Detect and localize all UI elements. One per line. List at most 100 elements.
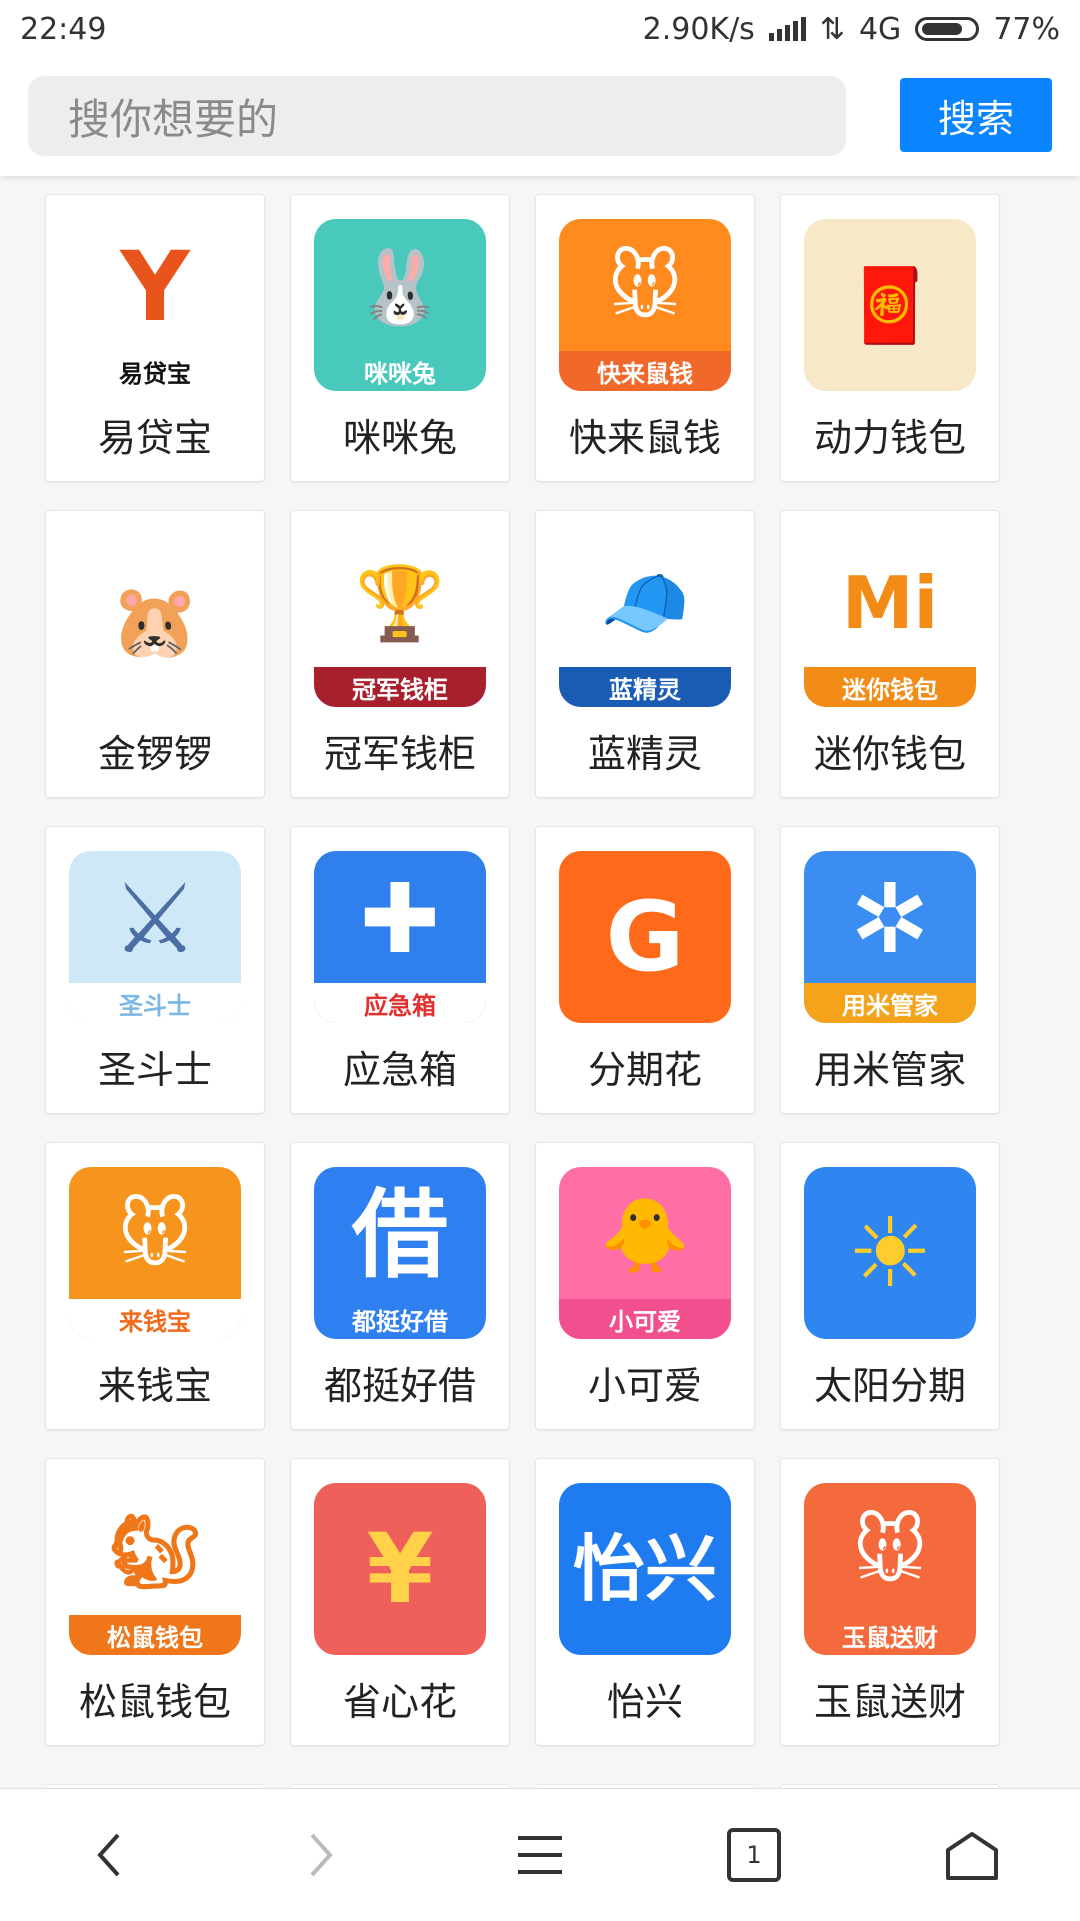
search-button[interactable]: 搜索 [900,78,1052,152]
app-label: 蓝精灵 [587,732,702,776]
app-label: 用米管家 [813,1048,966,1092]
app-icon-glyph: 🐭 [852,1509,928,1593]
search-input[interactable]: 搜你想要的 [28,76,846,156]
network-speed: 2.90K/s [642,11,755,47]
app-card[interactable]: 🐥 小可爱 小可爱 [535,1142,755,1430]
app-label: 易贷宝 [97,416,212,460]
app-label: 应急箱 [342,1048,457,1092]
app-card[interactable]: 借都挺好借 都挺好借 [290,1142,510,1430]
xiaokeai-app-icon: 🐥 小可爱 [559,1167,731,1339]
network-type: 4G [858,11,902,47]
app-icon-glyph: 🧧 [845,263,935,347]
app-icon-caption: 圣斗士 [69,983,241,1023]
app-card[interactable]: 🐭 快来鼠钱 快来鼠钱 [535,194,755,482]
app-card[interactable]: ✲ 用米管家 用米管家 [780,826,1000,1114]
app-icon-glyph: 🏆 [355,561,445,645]
app-icon-caption: 快来鼠钱 [559,351,731,391]
forward-arrow-icon[interactable] [262,1789,382,1921]
app-icon-glyph: ⚔ [111,863,199,975]
app-icon-glyph: 🐿 [109,1509,201,1593]
app-icon-caption: 应急箱 [314,983,486,1023]
app-icon-glyph: 🐹 [110,579,200,663]
app-card[interactable]: ✚ 应急箱 应急箱 [290,826,510,1114]
app-grid: Y 易贷宝 易贷宝 🐰 咪咪兔 咪咪兔 🐭 快来鼠钱 快来鼠钱 🧧 动力钱包 🐹 金锣锣 🏆 冠军钱柜 冠军钱… [45,194,1005,1746]
app-icon-caption: 蓝精灵 [559,667,731,707]
app-icon-glyph: ☀ [846,1197,934,1309]
app-card[interactable]: 🧢 蓝精灵 蓝精灵 [535,510,755,798]
jinluoluo-app-icon: 🐹 [69,535,241,707]
yixing-app-icon: 怡兴 [559,1483,731,1655]
signal-icon [768,17,806,41]
status-bar: 22:49 2.90K/s ⇅ 4G 77% [0,0,1080,58]
app-label: 玉鼠送财 [813,1680,966,1724]
lanjingling-app-icon: 🧢 蓝精灵 [559,535,731,707]
app-card[interactable]: Mi 迷你钱包 迷你钱包 [780,510,1000,798]
app-icon-glyph: ¥ [366,1513,434,1625]
tabs-button[interactable]: 1 [694,1789,814,1921]
app-icon-caption: 冠军钱柜 [314,667,486,707]
app-icon-glyph: 🐰 [355,245,445,329]
status-indicators: 2.90K/s ⇅ 4G 77% [643,12,1060,47]
app-icon-glyph: ✚ [359,863,441,975]
app-label: 松鼠钱包 [78,1680,231,1724]
menu-icon[interactable] [480,1789,600,1921]
app-card[interactable]: ⚔ 圣斗士 圣斗士 [45,826,265,1114]
app-card[interactable]: 🐰 咪咪兔 咪咪兔 [290,194,510,482]
app-icon-glyph: ✲ [849,863,931,975]
app-card[interactable]: Y 易贷宝 易贷宝 [45,194,265,482]
app-icon-caption: 迷你钱包 [804,667,976,707]
battery-percent: 77% [993,11,1060,47]
app-card[interactable]: 🐹 金锣锣 [45,510,265,798]
app-icon-glyph: G [605,881,685,993]
app-card[interactable]: 🏆 冠军钱柜 冠军钱柜 [290,510,510,798]
app-label: 怡兴 [606,1680,683,1724]
home-icon[interactable] [912,1789,1032,1921]
app-icon-caption: 都挺好借 [352,1307,448,1336]
app-label: 来钱宝 [97,1364,212,1408]
app-label: 迷你钱包 [813,732,966,776]
tab-count: 1 [727,1828,781,1882]
app-icon-caption: 易贷宝 [119,359,191,388]
app-card[interactable]: 怡兴 怡兴 [535,1458,755,1746]
app-card[interactable]: ¥ 省心花 [290,1458,510,1746]
app-icon-glyph: 🐭 [117,1193,193,1277]
taiyangfenqi-app-icon: ☀ [804,1167,976,1339]
app-icon-caption: 来钱宝 [69,1299,241,1339]
dongliqianbao-app-icon: 🧧 [804,219,976,391]
app-card[interactable]: 🐭 玉鼠送财 玉鼠送财 [780,1458,1000,1746]
laiqianbao-app-icon: 🐭 来钱宝 [69,1167,241,1339]
app-card[interactable]: 🐿 松鼠钱包 松鼠钱包 [45,1458,265,1746]
app-icon-caption: 松鼠钱包 [69,1615,241,1655]
search-header: 搜你想要的 搜索 [0,58,1080,176]
app-label: 分期花 [587,1048,702,1092]
guanjunqiangui-app-icon: 🏆 冠军钱柜 [314,535,486,707]
shengxinhua-app-icon: ¥ [314,1483,486,1655]
app-card[interactable]: 🐭 来钱宝 来钱宝 [45,1142,265,1430]
app-label: 冠军钱柜 [323,732,476,776]
app-icon-glyph: Mi [841,561,939,645]
fenqihua-app-icon: G [559,851,731,1023]
app-icon-glyph: 怡兴 [572,1527,717,1611]
app-card[interactable]: ☀ 太阳分期 [780,1142,1000,1430]
app-label: 动力钱包 [813,416,966,460]
app-card[interactable]: 🧧 动力钱包 [780,194,1000,482]
songshuqianbao-app-icon: 🐿 松鼠钱包 [69,1483,241,1655]
app-icon-caption: 用米管家 [804,983,976,1023]
yingjixiang-app-icon: ✚ 应急箱 [314,851,486,1023]
battery-icon [915,17,980,41]
yushusongcai-app-icon: 🐭 玉鼠送财 [804,1483,976,1655]
app-icon-glyph: 借 [352,1179,448,1291]
shengdoushi-app-icon: ⚔ 圣斗士 [69,851,241,1023]
kuailaishuqian-app-icon: 🐭 快来鼠钱 [559,219,731,391]
back-arrow-icon[interactable] [48,1789,168,1921]
app-label: 快来鼠钱 [568,416,721,460]
app-card[interactable]: G 分期花 [535,826,755,1114]
app-icon-caption: 玉鼠送财 [842,1623,938,1652]
app-icon-glyph: 🐥 [600,1193,690,1277]
app-label: 都挺好借 [323,1364,476,1408]
browser-bottom-nav: 1 [0,1788,1080,1921]
app-icon-glyph: 🧢 [600,561,690,645]
app-label: 省心花 [342,1680,457,1724]
yidaibao-app-icon: Y 易贷宝 [69,219,241,391]
app-icon-caption: 咪咪兔 [364,359,436,388]
